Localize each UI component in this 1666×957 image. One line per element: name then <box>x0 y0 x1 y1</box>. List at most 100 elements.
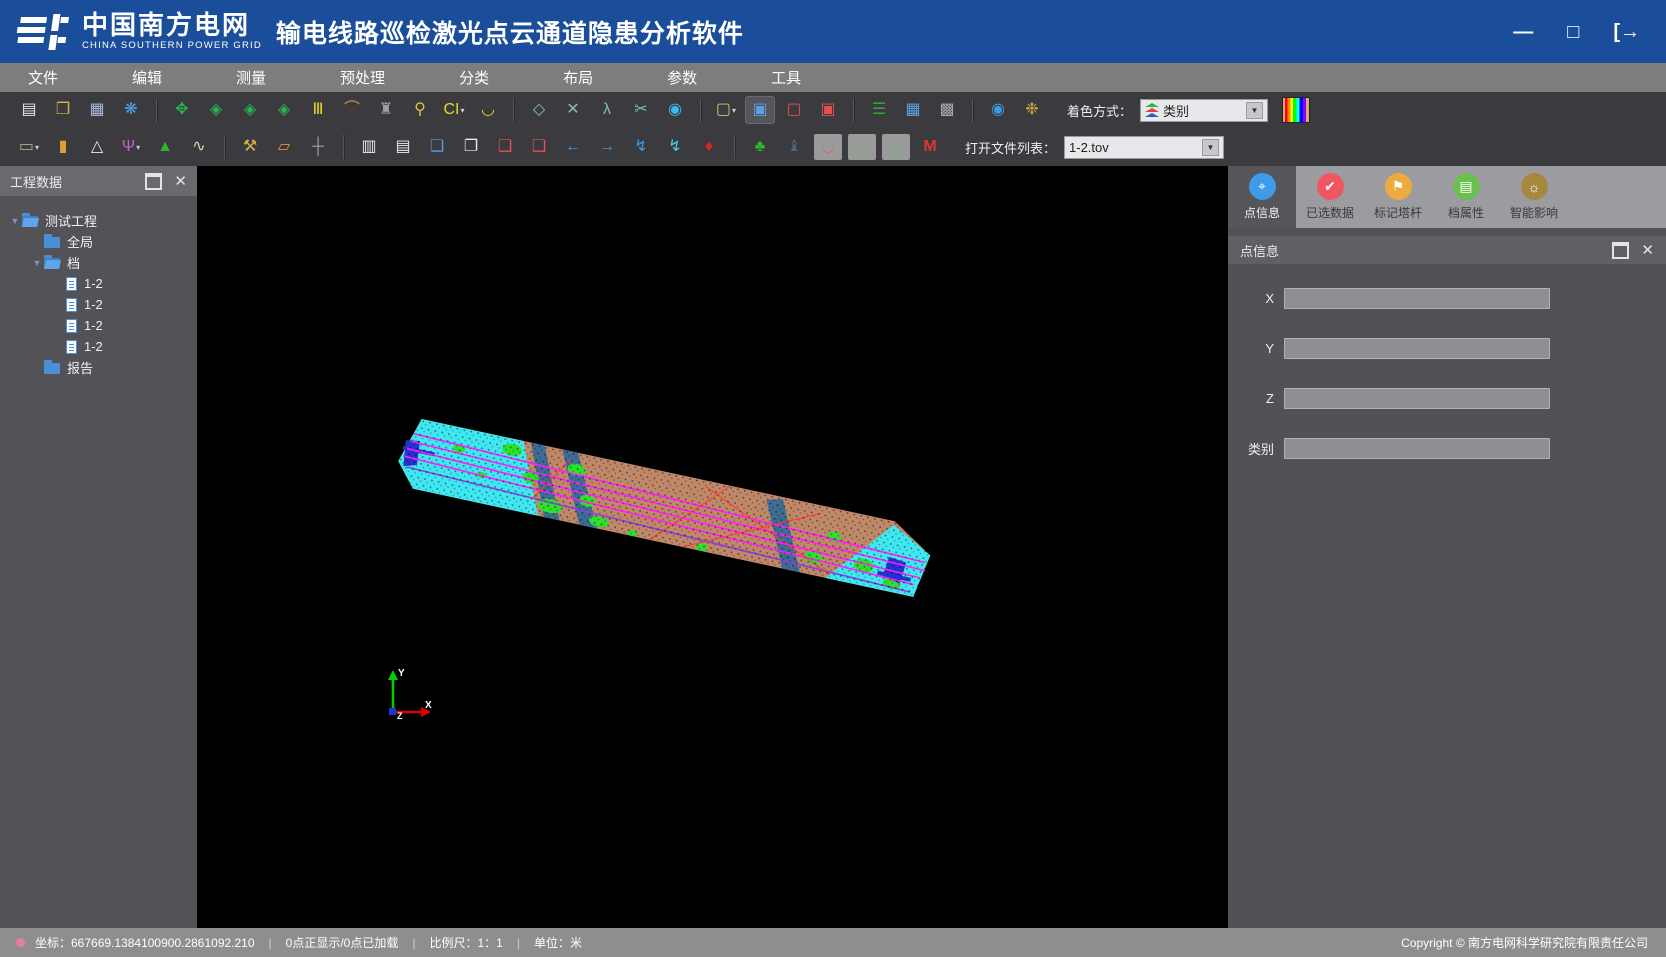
settings-icon[interactable]: ❋ <box>117 97 145 123</box>
field-category-input[interactable] <box>1284 438 1550 459</box>
select-move-icon[interactable]: ▣ <box>746 97 774 123</box>
panel-close-icon[interactable]: ✕ <box>1641 243 1654 258</box>
colorbar-icon[interactable] <box>1282 97 1310 123</box>
forward-icon[interactable]: → <box>593 134 621 160</box>
multi-line-icon[interactable]: Ψ▾ <box>117 134 145 160</box>
tab-selected-data-icon: ✔ <box>1317 173 1344 200</box>
exit-button[interactable]: [→ <box>1613 22 1640 42</box>
split-horizontal-icon[interactable]: ▤ <box>389 134 417 160</box>
panel-close-icon[interactable]: ✕ <box>174 174 187 189</box>
title-bar: 中国南方电网 CHINA SOUTHERN POWER GRID 输电线路巡检激… <box>0 0 1666 63</box>
add-pole-icon[interactable]: λ <box>593 97 621 123</box>
measure-tool-icon[interactable]: ▭▾ <box>15 134 43 160</box>
folder-open-icon <box>44 258 60 269</box>
ci-dropdown-icon[interactable]: CI▾ <box>440 97 468 123</box>
key-icon[interactable]: ⚲ <box>406 97 434 123</box>
field-z-input[interactable] <box>1284 388 1550 409</box>
window-select-2-icon[interactable]: ❑ <box>525 134 553 160</box>
expander-icon[interactable]: ▼ <box>30 258 44 268</box>
section-line-icon[interactable]: ┼ <box>304 134 332 160</box>
coloring-mode-select[interactable]: 类别 ▼ <box>1140 99 1268 122</box>
tree-item-1-2-c[interactable]: 1-2 <box>0 315 197 336</box>
palette-icon[interactable]: ❉ <box>1018 97 1046 123</box>
catenary-icon[interactable]: ◡ <box>474 97 502 123</box>
tab-selected-data[interactable]: ✔已选数据 <box>1296 166 1364 228</box>
tree-item-report[interactable]: 报告 <box>0 357 197 378</box>
select-single-icon[interactable]: ▣ <box>814 97 842 123</box>
select-points-icon[interactable]: ▢ <box>780 97 808 123</box>
panel-restore-icon[interactable] <box>145 173 162 190</box>
m-tool-icon[interactable]: M <box>916 134 944 160</box>
brush-icon[interactable]: ⚒ <box>236 134 264 160</box>
rotate-x-icon[interactable]: ◈ <box>202 97 230 123</box>
sag-red-icon[interactable]: ◡ <box>814 134 842 160</box>
open-project-icon[interactable]: ❒ <box>49 97 77 123</box>
split-vertical-icon[interactable]: ▥ <box>355 134 383 160</box>
sag-green2-icon[interactable]: ◡ <box>882 134 910 160</box>
tree-item-global[interactable]: 全局 <box>0 231 197 252</box>
rect-select-icon[interactable]: ▢▾ <box>712 97 740 123</box>
move-icon[interactable]: ✥ <box>168 97 196 123</box>
tree-item-span[interactable]: ▼档 <box>0 252 197 273</box>
grid-icon[interactable]: ▦ <box>899 97 927 123</box>
tree-icon[interactable]: ♣ <box>746 134 774 160</box>
tab-span-properties[interactable]: ▤档属性 <box>1432 166 1500 228</box>
rotate-y-icon[interactable]: ◈ <box>236 97 264 123</box>
tab-mark-tower[interactable]: ⚑标记塔杆 <box>1364 166 1432 228</box>
vertical-ruler-icon[interactable]: ▮ <box>49 134 77 160</box>
minimize-button[interactable]: — <box>1513 22 1533 42</box>
sag-green-icon[interactable]: ◡ <box>848 134 876 160</box>
route-cyan-icon[interactable]: ↯ <box>661 134 689 160</box>
profile-view-icon[interactable]: ⌒ <box>338 97 366 123</box>
tower-icon[interactable]: ♝ <box>780 134 808 160</box>
point-cloud-canvas[interactable]: Y X Z <box>197 166 1228 928</box>
tree-item-test-project[interactable]: ▼测试工程 <box>0 210 197 231</box>
window-select-1-icon[interactable]: ❑ <box>491 134 519 160</box>
menu-item-classify[interactable]: 分类 <box>435 63 513 92</box>
class-layers-icon[interactable]: ☰ <box>865 97 893 123</box>
delete-points-icon[interactable]: ✕ <box>559 97 587 123</box>
tower-measure-icon[interactable]: ♜ <box>372 97 400 123</box>
grid-select-icon[interactable]: ▩ <box>933 97 961 123</box>
snapshot-icon[interactable]: ◉ <box>984 97 1012 123</box>
right-tab-bar: ⌖点信息 ✔已选数据⚑标记塔杆▤档属性☼智能影响 <box>1228 166 1666 228</box>
menu-item-tools[interactable]: 工具 <box>747 63 825 92</box>
visibility-icon[interactable]: ◉ <box>661 97 689 123</box>
menu-item-measure[interactable]: 测量 <box>212 63 290 92</box>
tree-item-1-2-b[interactable]: 1-2 <box>0 294 197 315</box>
rotate-z-icon[interactable]: ◈ <box>270 97 298 123</box>
cut-icon[interactable]: ✂ <box>627 97 655 123</box>
project-data-header: 工程数据 ✕ <box>0 166 197 196</box>
menu-item-preprocess[interactable]: 预处理 <box>316 63 409 92</box>
circle-select-icon[interactable]: ◇ <box>525 97 553 123</box>
tree-item-1-2-a[interactable]: 1-2 <box>0 273 197 294</box>
back-icon[interactable]: ← <box>559 134 587 160</box>
menu-item-file[interactable]: 文件 <box>4 63 82 92</box>
field-x-input[interactable] <box>1284 288 1550 309</box>
open-file-list-select[interactable]: 1-2.tov ▼ <box>1064 136 1224 159</box>
panel-restore-icon[interactable] <box>1612 242 1629 259</box>
spline-icon[interactable]: ∿ <box>185 134 213 160</box>
point-info-fields: XYZ类别 <box>1228 264 1666 459</box>
save-icon[interactable]: ▦ <box>83 97 111 123</box>
warning-triangle-icon[interactable]: △ <box>83 134 111 160</box>
cascade-windows-icon[interactable]: ❏ <box>423 134 451 160</box>
tab-point-info[interactable]: ⌖点信息 <box>1228 166 1296 228</box>
location-pin-icon[interactable]: ♦ <box>695 134 723 160</box>
field-y-input[interactable] <box>1284 338 1550 359</box>
expander-icon[interactable]: ▼ <box>8 216 22 226</box>
tree-item-1-2-d[interactable]: 1-2 <box>0 336 197 357</box>
point-cloud-strip <box>393 416 936 599</box>
ruler-icon[interactable]: ▱ <box>270 134 298 160</box>
menu-item-parameters[interactable]: 参数 <box>643 63 721 92</box>
maximize-button[interactable]: □ <box>1567 22 1579 42</box>
north-arrow-icon[interactable]: ▲ <box>151 134 179 160</box>
new-window-icon[interactable]: ❐ <box>457 134 485 160</box>
tab-smart-impact-icon: ☼ <box>1521 173 1548 200</box>
route-blue-icon[interactable]: ↯ <box>627 134 655 160</box>
tab-smart-impact[interactable]: ☼智能影响 <box>1500 166 1568 228</box>
menu-item-layout[interactable]: 布局 <box>539 63 617 92</box>
delete-columns-icon[interactable]: Ⅲ <box>304 97 332 123</box>
new-project-icon[interactable]: ▤ <box>15 97 43 123</box>
menu-item-edit[interactable]: 编辑 <box>108 63 186 92</box>
